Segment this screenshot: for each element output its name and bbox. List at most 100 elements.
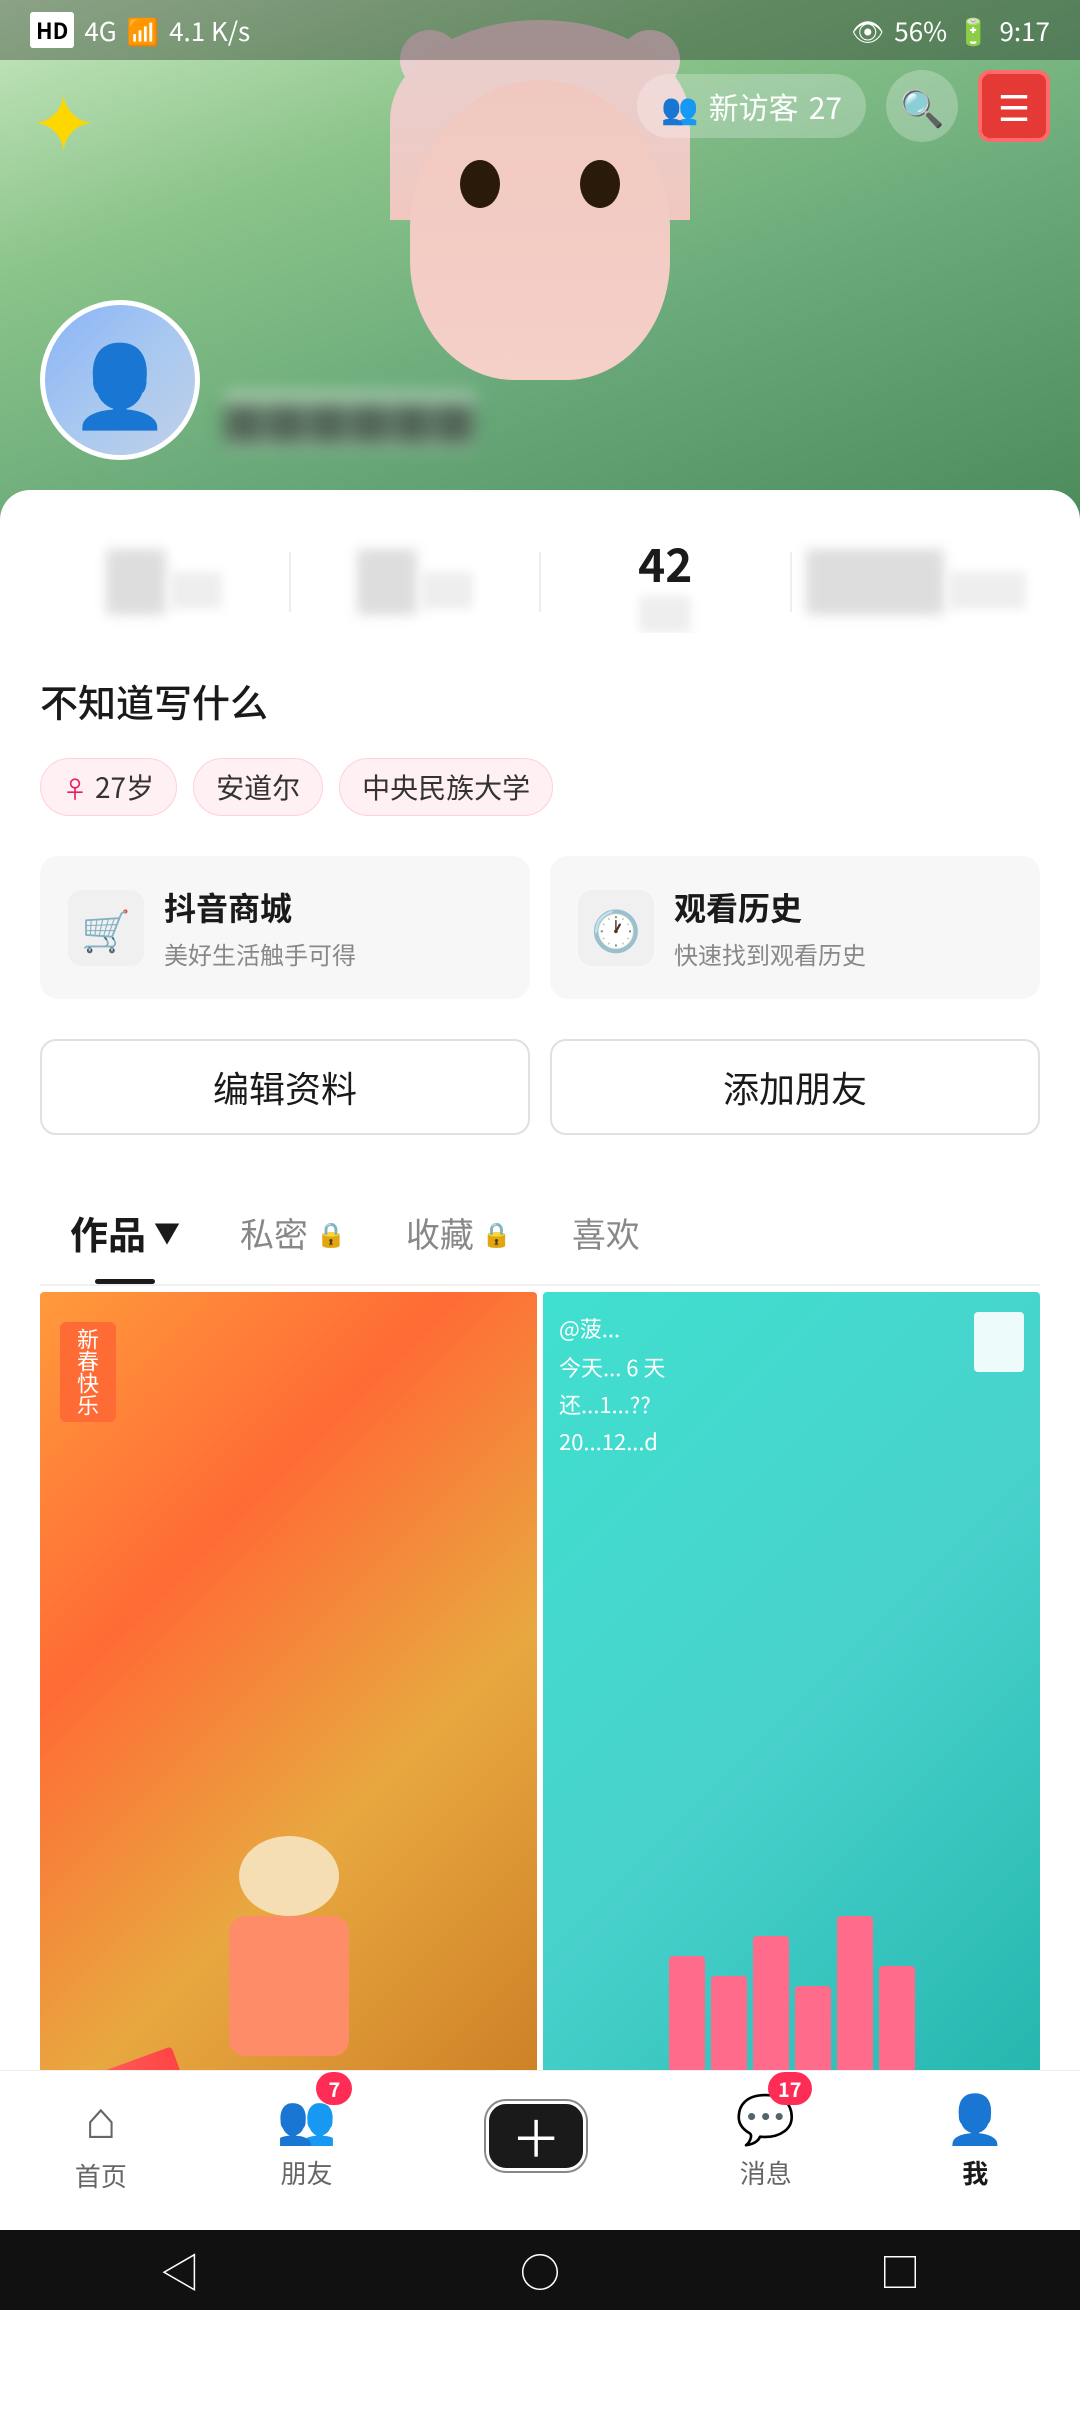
followers-count: 1 bbox=[357, 549, 417, 615]
stats-row: 0 关注 1 粉丝 42 获赞 ··· ··· bbox=[40, 530, 1040, 633]
video-thumbnail-2[interactable]: @菠... 今天... 6 天 还...1...?? 20...12...d ▷… bbox=[543, 1292, 1040, 2176]
overlay-username: @菠... bbox=[559, 1312, 665, 1345]
char-eye-left bbox=[460, 160, 500, 208]
tab-private-label: 私密 bbox=[240, 1208, 308, 1257]
char-head-1 bbox=[239, 1836, 339, 1916]
tag-school[interactable]: 中央民族大学 bbox=[339, 758, 553, 816]
tab-works-label: 作品 bbox=[70, 1205, 146, 1260]
battery-level: 56% bbox=[894, 12, 947, 49]
visitors-badge[interactable]: 👥 新访客 27 bbox=[637, 74, 866, 138]
domino-1 bbox=[669, 1956, 705, 2076]
status-right: 👁 56% 🔋 9:17 bbox=[851, 12, 1050, 49]
search-icon: 🔍 bbox=[900, 80, 945, 132]
menu-button[interactable]: ☰ bbox=[978, 70, 1050, 142]
tab-private-lock-icon: 🔒 bbox=[316, 1215, 346, 1250]
likes-label: 获赞 bbox=[639, 596, 691, 633]
tab-works[interactable]: 作品 ▼ bbox=[40, 1185, 210, 1284]
avatar-placeholder: 👤 bbox=[70, 322, 170, 438]
domino-6 bbox=[879, 1966, 915, 2076]
video-thumbnail-1[interactable]: 新春快乐 草稿 2 bbox=[40, 1292, 537, 2176]
tab-private[interactable]: 私密 🔒 bbox=[210, 1188, 376, 1281]
profile-label: 我 bbox=[962, 2154, 988, 2191]
tab-likes[interactable]: 喜欢 bbox=[542, 1188, 670, 1281]
hero-topbar: 👥 新访客 27 🔍 ☰ bbox=[0, 70, 1080, 142]
tab-favorites[interactable]: 收藏 🔒 bbox=[376, 1188, 542, 1281]
shop-card[interactable]: 🛒 抖音商城 美好生活触手可得 bbox=[40, 856, 530, 999]
status-bar: HD 4G 📶 4.1 K/s 👁 56% 🔋 9:17 bbox=[0, 0, 1080, 60]
tab-works-arrow: ▼ bbox=[154, 1214, 180, 1251]
hd-icon: HD bbox=[30, 12, 74, 48]
back-button[interactable]: ◁ bbox=[160, 2241, 200, 2299]
history-text: 观看历史 快速找到观看历史 bbox=[674, 884, 1012, 971]
following-count: 0 bbox=[106, 549, 166, 615]
video2-overlay-text: @菠... 今天... 6 天 还...1...?? 20...12...d bbox=[559, 1312, 665, 1458]
blurred-name: ██████ bbox=[224, 391, 476, 449]
shop-text: 抖音商城 美好生活触手可得 bbox=[164, 884, 502, 971]
wifi-signal: 📶 bbox=[127, 12, 159, 49]
stat-followers[interactable]: 1 粉丝 bbox=[291, 549, 540, 615]
nav-create[interactable]: ＋ bbox=[486, 2101, 586, 2171]
tab-likes-label: 喜欢 bbox=[572, 1208, 640, 1257]
recents-button[interactable]: □ bbox=[880, 2241, 920, 2299]
shop-subtitle: 美好生活触手可得 bbox=[164, 936, 502, 971]
battery-icon: 🔋 bbox=[957, 12, 989, 49]
tag-age[interactable]: ♀ 27岁 bbox=[40, 758, 177, 816]
profile-icon: 👤 bbox=[945, 2080, 1005, 2150]
nav-profile[interactable]: 👤 我 bbox=[945, 2080, 1005, 2191]
status-left: HD 4G 📶 4.1 K/s bbox=[30, 12, 250, 49]
tag-location-label: 安道尔 bbox=[216, 767, 300, 807]
extra-count: ··· bbox=[806, 549, 944, 615]
char-eye-right bbox=[580, 160, 620, 208]
content-tabs: 作品 ▼ 私密 🔒 收藏 🔒 喜欢 bbox=[40, 1185, 1040, 1286]
bookmark-icon bbox=[974, 1312, 1024, 1372]
followers-label: 粉丝 bbox=[421, 572, 473, 609]
history-card[interactable]: 🕐 观看历史 快速找到观看历史 bbox=[550, 856, 1040, 999]
domino-animation bbox=[669, 1916, 915, 2076]
stat-following[interactable]: 0 关注 bbox=[40, 549, 289, 615]
stat-extra[interactable]: ··· ··· bbox=[792, 549, 1041, 615]
stat-likes[interactable]: 42 获赞 bbox=[541, 530, 790, 633]
nav-messages[interactable]: 17 💬 消息 bbox=[736, 2080, 796, 2191]
char-body-1 bbox=[229, 1916, 349, 2056]
clock: 9:17 bbox=[999, 12, 1050, 49]
avatar-area: 👤 ██████ bbox=[40, 300, 476, 460]
edit-profile-button[interactable]: 编辑资料 bbox=[40, 1039, 530, 1135]
visitors-count: 27 bbox=[809, 84, 842, 128]
overlay-line1: 今天... 6 天 bbox=[559, 1351, 665, 1384]
tab-favorites-lock-icon: 🔒 bbox=[482, 1215, 512, 1250]
extra-label: ··· bbox=[948, 572, 1026, 609]
hamburger-icon: ☰ bbox=[998, 80, 1030, 132]
overlay-line2: 还...1...?? bbox=[559, 1388, 665, 1421]
network-speed: 4.1 K/s bbox=[169, 12, 250, 49]
friends-label: 朋友 bbox=[280, 2154, 332, 2191]
overlay-line3: 20...12...d bbox=[559, 1425, 665, 1458]
shop-icon: 🛒 bbox=[68, 890, 144, 966]
home-button[interactable]: ○ bbox=[520, 2241, 560, 2299]
tab-favorites-label: 收藏 bbox=[406, 1208, 474, 1257]
video-grid: 新春快乐 草稿 2 @菠... 今天... 6 天 还...1...?? 20.… bbox=[40, 1292, 1040, 2176]
user-name: ██████ bbox=[224, 389, 476, 450]
create-button[interactable]: ＋ bbox=[486, 2101, 586, 2171]
bottom-navigation: ⌂ 首页 7 👥 朋友 ＋ 17 💬 消息 👤 我 bbox=[0, 2070, 1080, 2230]
tags-row: ♀ 27岁 安道尔 中央民族大学 bbox=[40, 758, 1040, 816]
add-friend-button[interactable]: 添加朋友 bbox=[550, 1039, 1040, 1135]
domino-5 bbox=[837, 1916, 873, 2076]
home-label: 首页 bbox=[75, 2157, 127, 2194]
tag-location[interactable]: 安道尔 bbox=[193, 758, 323, 816]
spring-text: 新春快乐 bbox=[60, 1322, 116, 1422]
following-label: 关注 bbox=[170, 572, 222, 609]
video1-character bbox=[229, 1836, 349, 2056]
user-name-area: ██████ bbox=[224, 389, 476, 460]
messages-badge: 17 bbox=[768, 2072, 812, 2105]
nav-friends[interactable]: 7 👥 朋友 bbox=[277, 2080, 337, 2191]
history-icon: 🕐 bbox=[578, 890, 654, 966]
quick-actions: 🛒 抖音商城 美好生活触手可得 🕐 观看历史 快速找到观看历史 bbox=[40, 856, 1040, 999]
history-subtitle: 快速找到观看历史 bbox=[674, 936, 1012, 971]
user-avatar[interactable]: 👤 bbox=[40, 300, 200, 460]
search-button[interactable]: 🔍 bbox=[886, 70, 958, 142]
tag-school-label: 中央民族大学 bbox=[362, 767, 530, 807]
action-buttons: 编辑资料 添加朋友 bbox=[40, 1039, 1040, 1135]
plus-icon: ＋ bbox=[511, 2100, 561, 2172]
nav-home[interactable]: ⌂ 首页 bbox=[75, 2078, 127, 2194]
likes-count: 42 bbox=[541, 530, 790, 596]
